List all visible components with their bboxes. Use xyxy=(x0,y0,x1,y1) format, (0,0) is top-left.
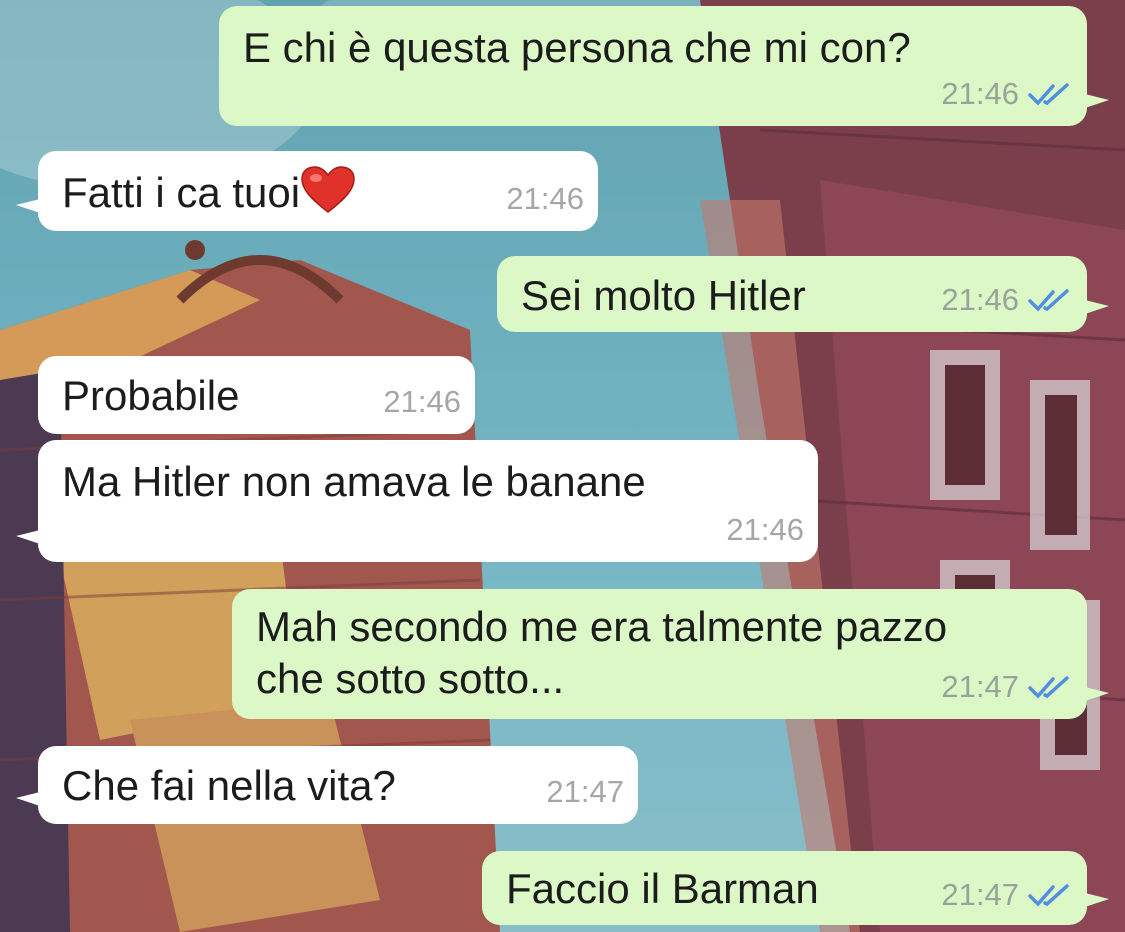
bubble-tail xyxy=(16,530,40,544)
message-outgoing[interactable]: Sei molto Hitler 21:46 xyxy=(497,256,1109,332)
message-text: Fatti i ca tuoi xyxy=(62,165,356,219)
message-time: 21:46 xyxy=(941,282,1019,317)
message-text-content: Fatti i ca tuoi xyxy=(62,169,301,216)
message-incoming[interactable]: Che fai nella vita? 21:47 xyxy=(16,746,638,824)
message-text: Probabile xyxy=(62,372,240,419)
message-outgoing[interactable]: Faccio il Barman 21:47 xyxy=(482,851,1109,925)
message-time: 21:47 xyxy=(941,669,1019,704)
message-time: 21:46 xyxy=(726,512,804,547)
message-meta: 21:46 xyxy=(941,274,1073,326)
message-incoming[interactable]: Probabile 21:46 xyxy=(38,356,475,434)
message-meta: 21:47 xyxy=(941,661,1073,713)
bubble-tail xyxy=(1085,893,1109,907)
message-text: Che fai nella vita? xyxy=(62,762,396,809)
message-time: 21:46 xyxy=(506,181,584,216)
double-check-icon xyxy=(1028,289,1069,312)
message-meta: 21:46 xyxy=(506,173,584,225)
message-time: 21:46 xyxy=(383,384,461,419)
bubble-tail xyxy=(1085,94,1109,108)
message-meta: 21:46 xyxy=(941,68,1073,120)
message-time: 21:46 xyxy=(941,76,1019,111)
bubble-tail xyxy=(16,199,40,213)
double-check-icon xyxy=(1028,884,1069,907)
heart-emoji-icon xyxy=(301,166,355,213)
message-time: 21:47 xyxy=(941,877,1019,912)
message-text: Mah secondo me era talmente pazzo che so… xyxy=(256,603,948,702)
message-text: Ma Hitler non amava le banane xyxy=(62,458,646,505)
message-meta: 21:46 xyxy=(726,504,804,556)
double-check-icon xyxy=(1028,83,1069,106)
message-outgoing[interactable]: Mah secondo me era talmente pazzo che so… xyxy=(232,589,1109,719)
message-outgoing[interactable]: E chi è questa persona che mi con? 21:46 xyxy=(219,6,1109,126)
bubble-tail xyxy=(16,792,40,806)
message-incoming[interactable]: Ma Hitler non amava le banane 21:46 xyxy=(16,440,818,562)
double-check-icon xyxy=(1028,676,1069,699)
message-text: Faccio il Barman xyxy=(506,865,819,912)
message-meta: 21:47 xyxy=(546,766,624,818)
bubble-tail xyxy=(1085,300,1109,314)
message-incoming[interactable]: Fatti i ca tuoi 21:46 xyxy=(16,151,598,231)
message-text: E chi è questa persona che mi con? xyxy=(243,24,911,71)
message-meta: 21:47 xyxy=(941,869,1073,921)
message-meta: 21:46 xyxy=(383,376,461,428)
message-time: 21:47 xyxy=(546,774,624,809)
bubble-tail xyxy=(1085,687,1109,701)
message-text: Sei molto Hitler xyxy=(521,272,806,319)
